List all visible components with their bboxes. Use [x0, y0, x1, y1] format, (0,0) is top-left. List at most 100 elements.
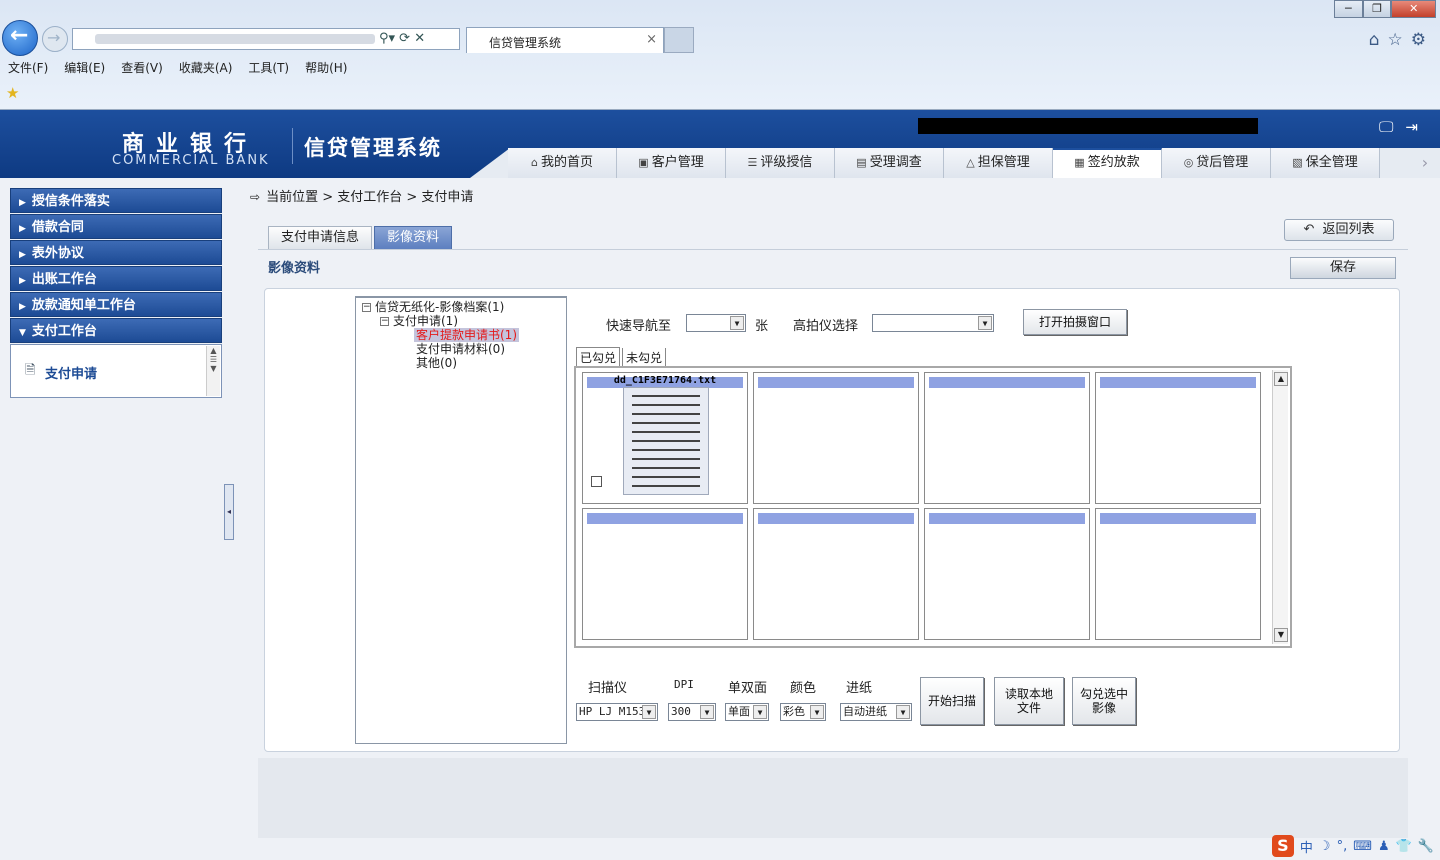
start-scan-button[interactable]: 开始扫描 [920, 677, 984, 725]
sidebar-subitem-payment-apply[interactable]: 支付申请 [45, 363, 97, 382]
image-cell[interactable] [1095, 508, 1261, 640]
check-selected-image-button[interactable]: 勾兑选中 影像 [1072, 677, 1136, 725]
sidebar-item[interactable]: ▶ 出账工作台 [10, 266, 222, 291]
address-bar-icons[interactable]: ⚲▾ ⟳ ✕ [379, 31, 425, 46]
image-cell[interactable]: dd_C1F3E71764.txt [582, 372, 748, 504]
read-local-file-button[interactable]: 读取本地 文件 [994, 677, 1064, 725]
new-tab-button[interactable] [664, 27, 694, 53]
section-title: 影像资料 [268, 261, 321, 276]
maximize-icon[interactable]: ❐ [1362, 0, 1392, 18]
tree-child-label: 支付申请(1) [393, 314, 458, 328]
chevron-right-icon: ▶ [19, 250, 26, 260]
image-cell[interactable] [753, 508, 919, 640]
nav-tab[interactable]: ▦ 签约放款 [1053, 148, 1162, 178]
menu-edit[interactable]: 编辑(E) [56, 57, 113, 79]
ime-moon-icon[interactable]: ☽ [1319, 839, 1331, 854]
duplex-label: 单双面 [728, 681, 768, 696]
nav-tab[interactable]: ◎ 贷后管理 [1162, 148, 1271, 178]
image-cell[interactable] [582, 508, 748, 640]
ime-punct-icon[interactable]: °, [1337, 839, 1348, 854]
scroll-up-icon[interactable]: ▲ [1274, 372, 1288, 386]
image-cell[interactable] [1095, 372, 1261, 504]
sidebar-item[interactable]: ▼ 支付工作台 [10, 318, 222, 343]
menu-tools[interactable]: 工具(T) [240, 57, 297, 79]
tree-child[interactable]: − 支付申请(1) [380, 314, 458, 328]
tree-leaf[interactable]: 支付申请材料(0) [416, 342, 505, 356]
camera-select[interactable]: ▼ [872, 314, 994, 332]
page-tab[interactable]: 影像资料 [374, 226, 453, 249]
feed-select[interactable]: 自动进纸 ▼ [840, 703, 912, 721]
color-select[interactable]: 彩色 ▼ [780, 703, 826, 721]
nav-tab-icon: ▧ [1292, 156, 1303, 169]
menu-help[interactable]: 帮助(H) [297, 57, 355, 79]
image-cell[interactable] [924, 372, 1090, 504]
dpi-select[interactable]: 300 ▼ [668, 703, 716, 721]
ime-settings-icon[interactable]: 🔧 [1418, 839, 1434, 854]
check-selected-label-1: 勾兑选中 [1079, 687, 1128, 701]
page-tab[interactable]: 支付申请信息 [268, 226, 373, 249]
image-cell[interactable] [924, 508, 1090, 640]
sidebar-item[interactable]: ▶ 放款通知单工作台 [10, 292, 222, 317]
tree-leaf-selected[interactable]: 客户提款申请书(1) [414, 328, 519, 342]
sidebar-item[interactable]: ▶ 借款合同 [10, 214, 222, 239]
ime-keyboard-icon[interactable]: ⌨ [1353, 839, 1372, 854]
nav-tab[interactable]: ▤ 受理调查 [835, 148, 944, 178]
tree-root[interactable]: − 信贷无纸化-影像档案(1) [362, 300, 504, 314]
menu-view[interactable]: 查看(V) [113, 57, 171, 79]
sogou-ime-icon[interactable]: S [1271, 835, 1294, 857]
close-window-icon[interactable]: ✕ [1391, 0, 1437, 18]
save-button[interactable]: 保存 [1290, 257, 1396, 279]
duplex-select[interactable]: 单面 ▼ [725, 703, 769, 721]
tab-unchecked[interactable]: 未勾兑 [622, 348, 667, 367]
image-cell[interactable] [753, 372, 919, 504]
document-thumbnail-icon[interactable] [623, 387, 709, 495]
sidebar-scrollbar[interactable]: ▲ ☰ ▼ [206, 346, 220, 396]
feed-label: 进纸 [846, 681, 873, 696]
monitor-logout-icons[interactable]: 🖵⇥ [1379, 118, 1430, 136]
ime-skin-icon[interactable]: 👕 [1396, 839, 1412, 854]
tab-checked[interactable]: 已勾兑 [576, 347, 621, 367]
scanner-select[interactable]: HP LJ M153 ▼ [576, 703, 658, 721]
sidebar-item[interactable]: ▶ 表外协议 [10, 240, 222, 265]
duplex-select-value: 单面 [728, 705, 750, 718]
quick-nav-select[interactable]: ▼ [686, 314, 746, 332]
sidebar-item-label: 出账工作台 [31, 272, 97, 287]
minimize-icon[interactable]: ─ [1334, 0, 1363, 18]
nav-tab[interactable]: ☰ 评级授信 [726, 148, 835, 178]
tree-leaf[interactable]: 其他(0) [416, 356, 457, 370]
ime-tray: S 中 ☽ °, ⌨ ♟ 👕 🔧 [1266, 832, 1440, 860]
image-select-checkbox[interactable] [591, 476, 602, 487]
menu-favorites[interactable]: 收藏夹(A) [171, 57, 241, 79]
menu-file[interactable]: 文件(F) [0, 57, 56, 79]
browser-tab-active[interactable]: 信贷管理系统 × [466, 27, 664, 53]
ime-chinese-mode[interactable]: 中 [1300, 837, 1313, 856]
collapse-icon[interactable]: − [380, 317, 389, 326]
nav-next-arrow-icon[interactable]: › [1410, 148, 1440, 178]
scroll-down-icon[interactable]: ▼ [1274, 628, 1288, 642]
sidebar-item[interactable]: ▶ 授信条件落实 [10, 188, 222, 213]
image-cell-titlebar [1100, 377, 1256, 388]
back-arrow-icon[interactable] [2, 20, 38, 56]
nav-tab[interactable]: ▣ 客户管理 [617, 148, 726, 178]
scanner-label: 扫描仪 [588, 681, 628, 696]
sidebar-collapse-handle[interactable]: ◂ [224, 484, 234, 540]
nav-tab-label: 受理调查 [869, 155, 922, 170]
nav-tab-label: 签约放款 [1087, 155, 1140, 170]
open-camera-button[interactable]: 打开拍摄窗口 [1023, 309, 1127, 335]
nav-tab[interactable]: ▧ 保全管理 [1271, 148, 1380, 178]
tab-close-icon[interactable]: × [646, 32, 657, 47]
image-cell-titlebar [929, 377, 1085, 388]
home-favorites-tools-icons[interactable]: ⌂☆⚙ [1369, 30, 1434, 50]
return-list-button[interactable]: ↶ 返回列表 [1284, 219, 1394, 241]
ime-user-icon[interactable]: ♟ [1378, 839, 1390, 854]
image-archive-tree: − 信贷无纸化-影像档案(1) − 支付申请(1) 客户提款申请书(1) 支付申请材… [355, 296, 567, 744]
nav-tab[interactable]: ⌂ 我的首页 [508, 148, 617, 178]
nav-tab-label: 担保管理 [977, 155, 1030, 170]
favorites-star-icon[interactable]: ★ [6, 84, 19, 102]
forward-arrow-icon[interactable] [42, 26, 68, 52]
nav-tab[interactable]: △ 担保管理 [944, 148, 1053, 178]
grid-scrollbar[interactable]: ▲ ▼ [1272, 370, 1288, 644]
address-bar[interactable]: ⚲▾ ⟳ ✕ [72, 28, 460, 50]
scanner-select-value: HP LJ M153 [579, 705, 646, 718]
collapse-icon[interactable]: − [362, 303, 371, 312]
